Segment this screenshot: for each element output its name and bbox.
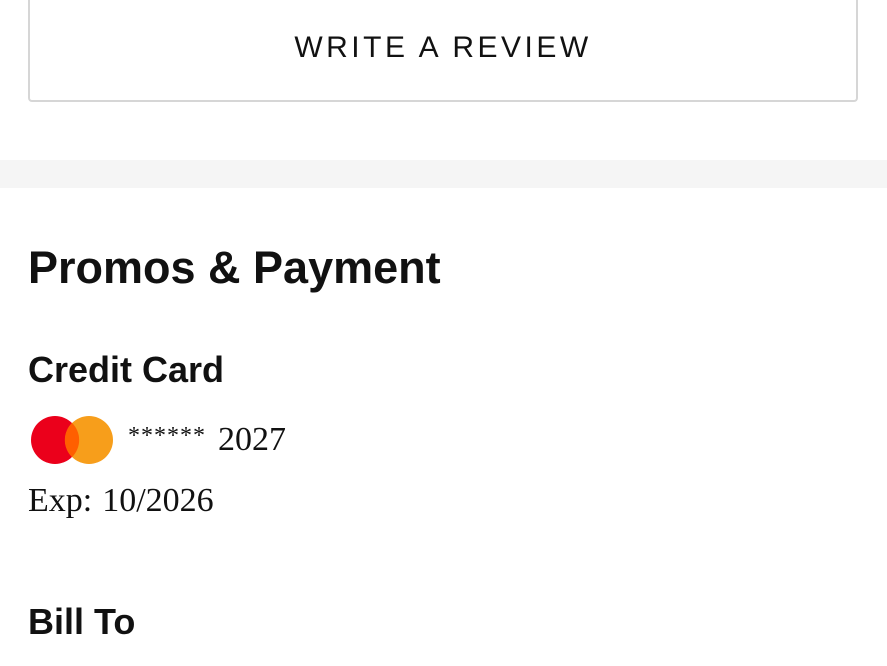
card-last-digits: 2027 xyxy=(218,421,286,458)
credit-card-heading: Credit Card xyxy=(28,349,225,390)
card-expiration: Exp: 10/2026 xyxy=(28,482,214,520)
write-review-label: WRITE A REVIEW xyxy=(294,31,592,64)
exp-label: Exp: xyxy=(28,482,93,519)
credit-card-row: ****** 2027 xyxy=(30,412,286,468)
masked-card-number: ****** 2027 xyxy=(128,421,286,459)
exp-value: 10/2026 xyxy=(102,482,214,519)
card-number-mask: ****** xyxy=(128,422,206,449)
section-title-promos-payment: Promos & Payment xyxy=(28,242,441,293)
write-review-button[interactable]: WRITE A REVIEW xyxy=(28,0,858,102)
mastercard-logo-icon xyxy=(31,416,113,464)
bill-to-heading: Bill To xyxy=(28,601,136,642)
section-divider xyxy=(0,160,887,188)
